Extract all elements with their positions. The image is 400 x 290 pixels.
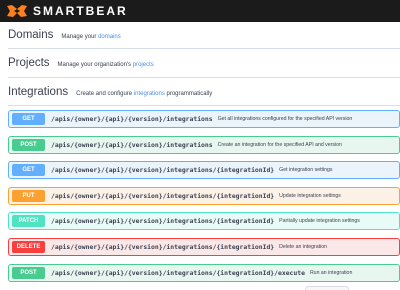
section-title-projects[interactable]: Projects xyxy=(8,57,50,69)
operation-put-integration[interactable]: PUT /apis/{owner}/{api}/{version}/integr… xyxy=(8,187,400,205)
domains-link[interactable]: domains xyxy=(98,34,121,40)
desc-text: programmatically xyxy=(164,91,213,97)
section-projects[interactable]: Projects Manage your organization's proj… xyxy=(8,57,400,78)
method-badge: POST xyxy=(12,267,45,279)
operation-path: /apis/{owner}/{api}/{version}/integratio… xyxy=(51,141,213,149)
projects-link[interactable]: projects xyxy=(133,62,154,68)
partial-button[interactable] xyxy=(305,286,349,290)
operation-get-integrations[interactable]: GET /apis/{owner}/{api}/{version}/integr… xyxy=(8,110,400,128)
integrations-link[interactable]: integrations xyxy=(134,91,165,97)
top-bar: SMARTBEAR xyxy=(0,0,400,22)
method-badge: DELETE xyxy=(12,241,45,253)
method-badge: PUT xyxy=(12,190,45,202)
operation-patch-integration[interactable]: PATCH /apis/{owner}/{api}/{version}/inte… xyxy=(8,212,400,230)
operation-summary: Create an integration for the specified … xyxy=(217,142,342,148)
desc-text: Manage your organization's xyxy=(57,62,133,68)
section-desc-domains: Manage your domains xyxy=(61,34,120,40)
operation-delete-integration[interactable]: DELETE /apis/{owner}/{api}/{version}/int… xyxy=(8,238,400,256)
operation-path: /apis/{owner}/{api}/{version}/integratio… xyxy=(51,192,275,200)
operation-summary: Run an integration xyxy=(309,270,353,276)
operation-summary: Get integration settings xyxy=(279,167,333,173)
section-integrations[interactable]: Integrations Create and configure integr… xyxy=(8,86,400,106)
section-title-integrations[interactable]: Integrations xyxy=(8,86,68,98)
operation-post-integrations[interactable]: POST /apis/{owner}/{api}/{version}/integ… xyxy=(8,136,400,154)
method-badge: GET xyxy=(12,113,45,125)
method-badge: GET xyxy=(12,164,45,176)
operation-path: /apis/{owner}/{api}/{version}/integratio… xyxy=(51,217,275,225)
method-badge: POST xyxy=(12,139,45,151)
operation-execute-integration[interactable]: POST /apis/{owner}/{api}/{version}/integ… xyxy=(8,264,400,282)
operation-path: /apis/{owner}/{api}/{version}/integratio… xyxy=(51,269,305,277)
section-title-domains[interactable]: Domains xyxy=(8,29,53,41)
desc-text: Manage your xyxy=(61,34,99,40)
operation-summary: Update integration settings xyxy=(279,193,341,199)
section-domains[interactable]: Domains Manage your domains xyxy=(8,29,400,49)
operation-path: /apis/{owner}/{api}/{version}/integratio… xyxy=(51,166,275,174)
section-desc-integrations: Create and configure integrations progra… xyxy=(76,91,212,97)
brand-name: SMARTBEAR xyxy=(33,4,128,18)
operation-summary: Delete an integration xyxy=(279,244,328,250)
desc-text: Create and configure xyxy=(76,91,134,97)
section-desc-projects: Manage your organization's projects xyxy=(58,62,154,68)
operation-path: /apis/{owner}/{api}/{version}/integratio… xyxy=(51,115,213,123)
smartbear-logo-icon xyxy=(7,5,27,17)
operation-summary: Get all integrations configured for the … xyxy=(217,116,353,122)
method-badge: PATCH xyxy=(12,215,45,227)
operation-get-integration[interactable]: GET /apis/{owner}/{api}/{version}/integr… xyxy=(8,161,400,179)
operation-path: /apis/{owner}/{api}/{version}/integratio… xyxy=(51,243,275,251)
operation-summary: Partially update integration settings xyxy=(279,218,360,224)
